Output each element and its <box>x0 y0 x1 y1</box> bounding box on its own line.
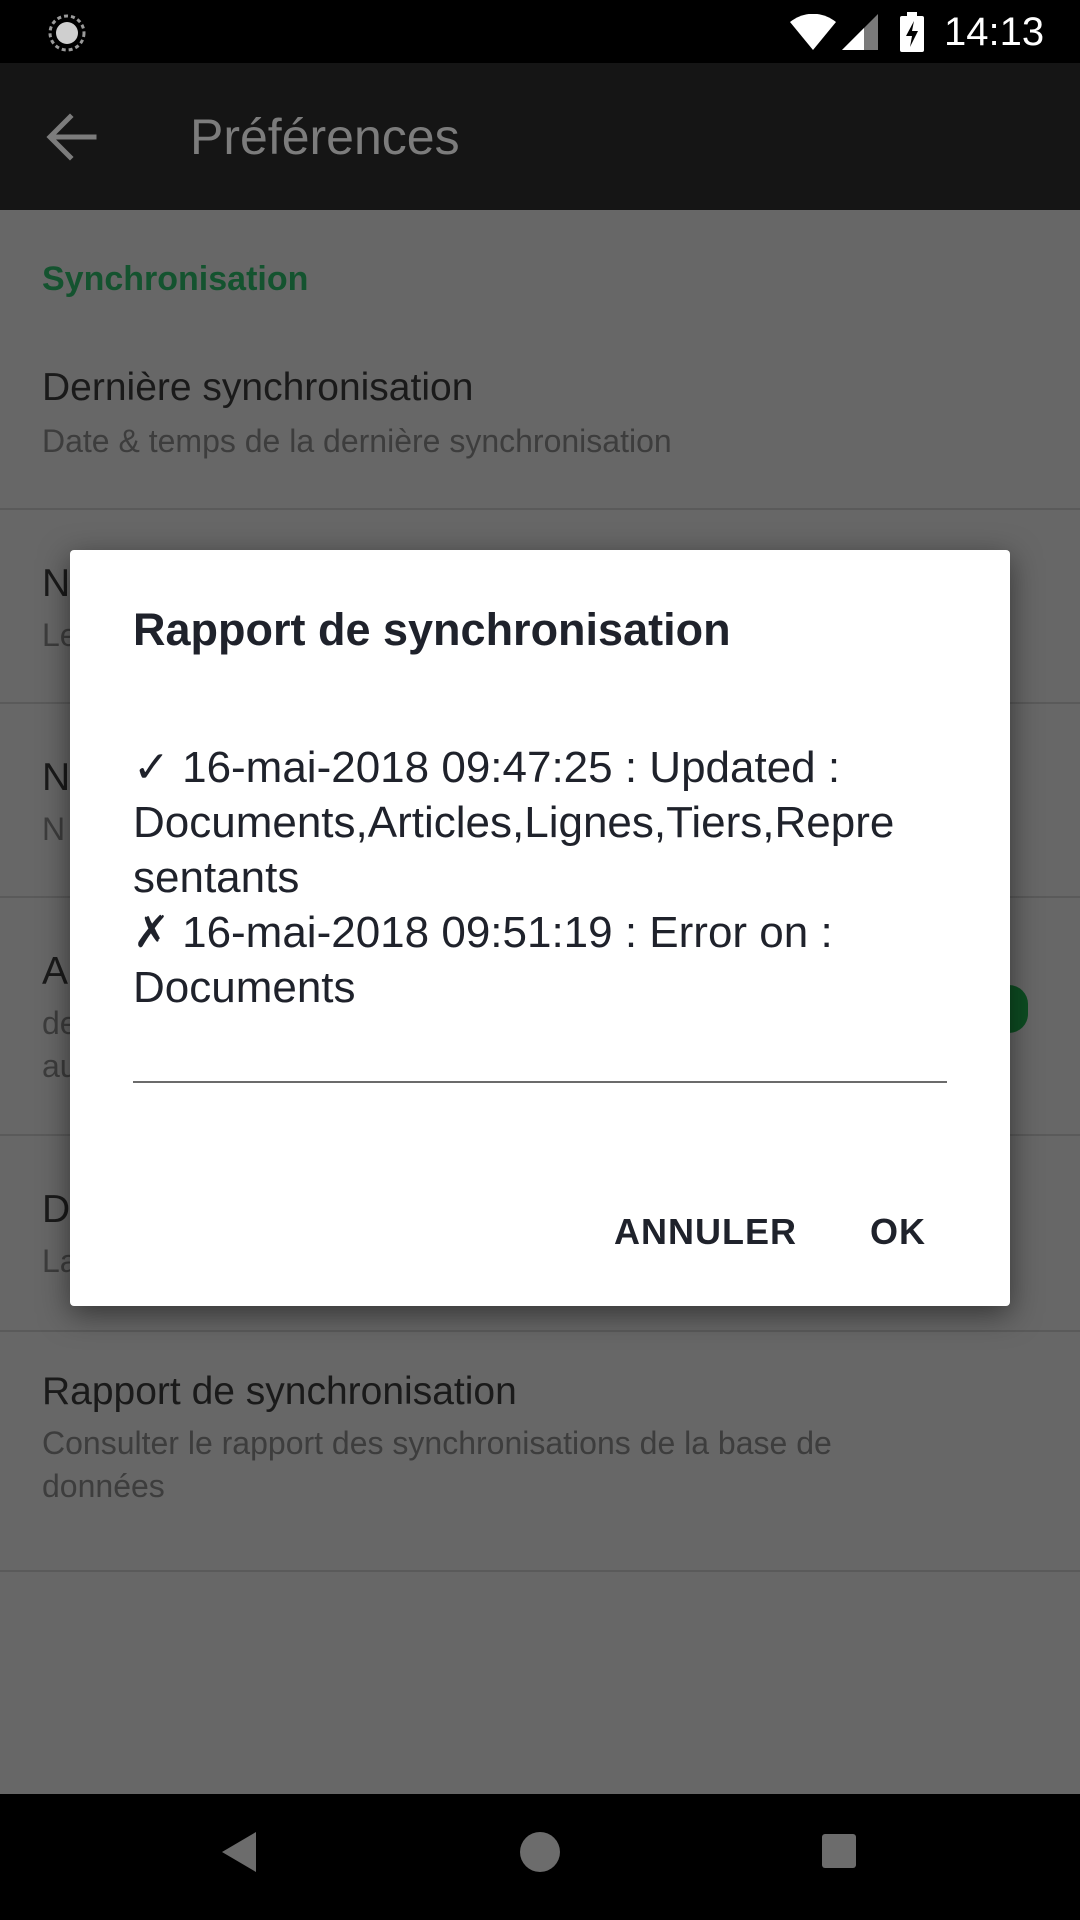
page-title: Préférences <box>190 109 460 165</box>
clock: 14:13 <box>944 10 1045 54</box>
dialog-report-text[interactable]: ✓ 16-mai-2018 09:47:25 : Updated : Docum… <box>133 740 953 1015</box>
nav-home-icon[interactable] <box>520 1832 560 1872</box>
section-header: Synchronisation <box>42 260 309 298</box>
arrow-back-icon[interactable] <box>44 111 100 163</box>
dialog-title: Rapport de synchronisation <box>133 604 731 655</box>
report-line: ✓ 16-mai-2018 09:47:25 : Updated : <box>133 743 841 792</box>
pref-title: D <box>42 1188 71 1231</box>
status-bar: 14:13 <box>0 0 1080 63</box>
navigation-bar <box>0 1794 1080 1920</box>
ok-button[interactable]: OK <box>870 1210 926 1254</box>
report-line: sentants <box>133 853 300 902</box>
signal-icon <box>842 14 878 50</box>
cancel-button[interactable]: ANNULER <box>614 1210 797 1254</box>
report-line: Documents,Articles,Lignes,Tiers,Repre <box>133 798 895 847</box>
sync-report-dialog: Rapport de synchronisation ✓ 16-mai-2018… <box>70 550 1010 1306</box>
text-field-underline <box>133 1081 947 1083</box>
sync-icon <box>48 14 86 52</box>
pref-last-sync[interactable]: Dernière synchronisation Date & temps de… <box>0 320 1080 510</box>
pref-summary: Date & temps de la dernière synchronisat… <box>42 423 672 459</box>
pref-title: Rapport de synchronisation <box>42 1370 517 1413</box>
report-line: Documents <box>133 963 356 1012</box>
pref-sync-report[interactable]: Rapport de synchronisation Consulter le … <box>0 1322 1080 1572</box>
pref-title: N <box>42 562 71 605</box>
pref-title: A <box>42 950 69 993</box>
report-line: ✗ 16-mai-2018 09:51:19 : Error on : <box>133 908 833 957</box>
nav-recents-icon[interactable] <box>822 1834 856 1868</box>
wifi-icon <box>790 14 836 50</box>
app-bar: Préférences <box>0 63 1080 210</box>
pref-summary: Consulter le rapport des synchronisation… <box>42 1425 832 1461</box>
nav-back-icon[interactable] <box>222 1832 256 1872</box>
pref-title: Dernière synchronisation <box>42 366 474 409</box>
battery-charging-icon <box>900 12 924 52</box>
pref-summary-line-2: données <box>42 1468 165 1504</box>
pref-title: N <box>42 756 71 799</box>
